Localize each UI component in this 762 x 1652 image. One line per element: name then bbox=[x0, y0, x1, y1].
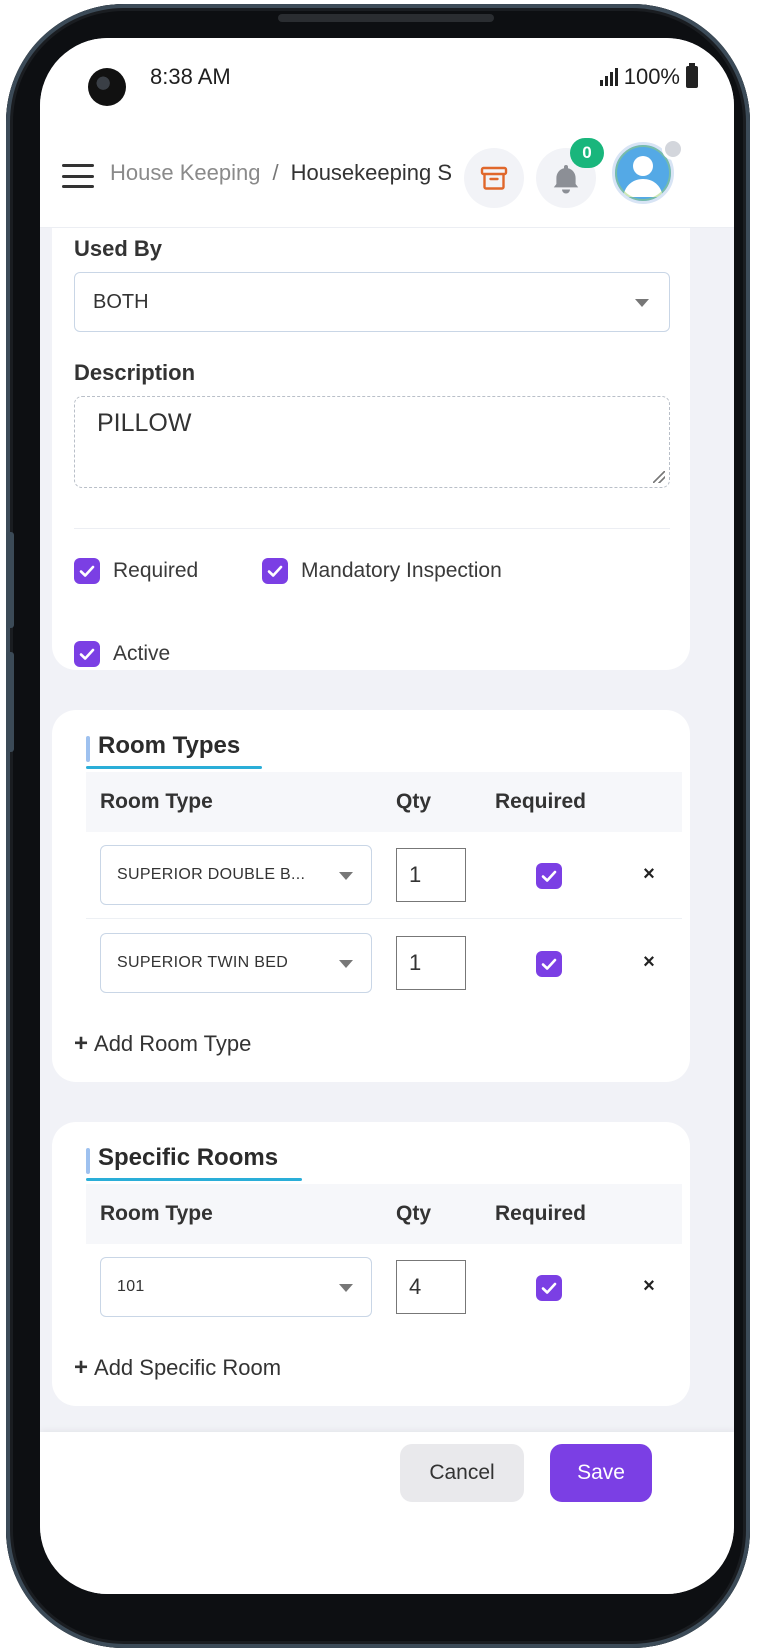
volume-button bbox=[6, 532, 14, 628]
checkmark-icon bbox=[267, 565, 283, 577]
qty-input[interactable]: 4 bbox=[396, 1260, 466, 1314]
mandatory-inspection-checkbox[interactable] bbox=[262, 558, 288, 584]
menu-icon[interactable] bbox=[62, 164, 94, 188]
column-header-required: Required bbox=[495, 790, 587, 813]
notification-badge: 0 bbox=[570, 138, 604, 168]
form-footer: Cancel Save bbox=[40, 1432, 734, 1594]
resize-handle-icon[interactable] bbox=[653, 471, 665, 483]
archive-icon bbox=[480, 166, 508, 190]
qty-input[interactable]: 1 bbox=[396, 848, 466, 902]
checkmark-icon bbox=[79, 648, 95, 660]
active-checkbox[interactable] bbox=[74, 641, 100, 667]
column-header-room-type: Room Type bbox=[100, 1202, 213, 1225]
signal-icon bbox=[599, 68, 618, 86]
description-value: PILLOW bbox=[97, 409, 192, 437]
description-textarea[interactable]: PILLOW bbox=[74, 396, 670, 488]
status-bar: 8:38 AM 100% bbox=[40, 38, 734, 110]
section-underline bbox=[86, 1178, 302, 1181]
plus-icon: + bbox=[74, 1030, 89, 1057]
room-types-title: Room Types bbox=[98, 732, 241, 759]
active-label: Active bbox=[113, 642, 171, 665]
add-room-type-label: Add Room Type bbox=[94, 1031, 252, 1056]
room-type-value: SUPERIOR TWIN BED bbox=[117, 954, 289, 971]
divider bbox=[74, 528, 670, 529]
status-time: 8:38 AM bbox=[150, 64, 231, 89]
row-divider bbox=[86, 918, 682, 919]
room-value: 101 bbox=[117, 1278, 145, 1295]
status-right: 100% bbox=[599, 63, 698, 90]
bell-icon bbox=[553, 165, 579, 194]
app-header: House Keeping / Housekeeping Setup 0 bbox=[40, 110, 734, 228]
room-types-table-header: Room Type Qty Required bbox=[86, 772, 682, 832]
section-underline bbox=[86, 766, 262, 769]
chevron-down-icon bbox=[339, 1284, 353, 1292]
room-select[interactable]: 101 bbox=[100, 1257, 372, 1317]
room-type-value: SUPERIOR DOUBLE B... bbox=[117, 866, 306, 883]
presence-indicator bbox=[662, 138, 684, 160]
used-by-label: Used By bbox=[74, 236, 163, 261]
column-header-qty: Qty bbox=[396, 790, 432, 813]
used-by-select[interactable]: BOTH bbox=[74, 272, 670, 332]
breadcrumb-separator: / bbox=[272, 160, 279, 185]
column-header-room-type: Room Type bbox=[100, 790, 213, 813]
room-type-select[interactable]: SUPERIOR DOUBLE B... bbox=[100, 845, 372, 905]
add-specific-room-label: Add Specific Room bbox=[94, 1355, 282, 1380]
specific-rooms-card: Specific Rooms Room Type Qty Required 10… bbox=[52, 1122, 690, 1406]
checkmark-icon bbox=[79, 565, 95, 577]
row-required-checkbox[interactable] bbox=[536, 951, 562, 977]
add-specific-room-link[interactable]: + Add Specific Room bbox=[74, 1354, 281, 1382]
mandatory-inspection-label: Mandatory Inspection bbox=[301, 559, 502, 582]
checkmark-icon bbox=[541, 1282, 557, 1294]
specific-rooms-title: Specific Rooms bbox=[98, 1144, 279, 1171]
used-by-value: BOTH bbox=[93, 290, 149, 313]
chevron-down-icon bbox=[339, 960, 353, 968]
row-required-checkbox[interactable] bbox=[536, 1275, 562, 1301]
power-button bbox=[6, 652, 14, 752]
breadcrumb-current: Housekeeping Setup bbox=[290, 160, 452, 185]
column-header-qty: Qty bbox=[396, 1202, 432, 1225]
required-checkbox[interactable] bbox=[74, 558, 100, 584]
row-required-checkbox[interactable] bbox=[536, 863, 562, 889]
breadcrumb: House Keeping / Housekeeping Setup bbox=[110, 160, 452, 186]
remove-row-icon[interactable]: × bbox=[638, 1275, 660, 1297]
column-header-required: Required bbox=[495, 1202, 587, 1225]
battery-icon bbox=[686, 63, 698, 88]
remove-row-icon[interactable]: × bbox=[638, 863, 660, 885]
plus-icon: + bbox=[74, 1354, 89, 1381]
cancel-button[interactable]: Cancel bbox=[400, 1444, 524, 1502]
breadcrumb-parent[interactable]: House Keeping bbox=[110, 160, 260, 185]
required-label: Required bbox=[113, 559, 199, 582]
room-type-select[interactable]: SUPERIOR TWIN BED bbox=[100, 933, 372, 993]
screen: 8:38 AM 100% Used By BOTH Description PI… bbox=[40, 38, 734, 1594]
specific-rooms-table-header: Room Type Qty Required bbox=[86, 1184, 682, 1244]
description-label: Description bbox=[74, 360, 196, 385]
chevron-down-icon bbox=[635, 299, 649, 307]
checkmark-icon bbox=[541, 870, 557, 882]
room-types-card: Room Types Room Type Qty Required SUPERI… bbox=[52, 710, 690, 1082]
chevron-down-icon bbox=[339, 872, 353, 880]
add-room-type-link[interactable]: + Add Room Type bbox=[74, 1030, 251, 1058]
front-camera bbox=[88, 68, 126, 106]
remove-row-icon[interactable]: × bbox=[638, 951, 660, 973]
checkmark-icon bbox=[541, 958, 557, 970]
item-details-card: Used By BOTH Description PILLOW Required… bbox=[52, 188, 690, 670]
phone-frame: 8:38 AM 100% Used By BOTH Description PI… bbox=[6, 4, 750, 1648]
speaker-grille bbox=[278, 14, 494, 22]
battery-percent: 100% bbox=[623, 64, 680, 89]
archive-button[interactable] bbox=[464, 148, 524, 208]
section-accent-bar bbox=[86, 736, 90, 762]
qty-input[interactable]: 1 bbox=[396, 936, 466, 990]
save-button[interactable]: Save bbox=[550, 1444, 652, 1502]
section-accent-bar bbox=[86, 1148, 90, 1174]
